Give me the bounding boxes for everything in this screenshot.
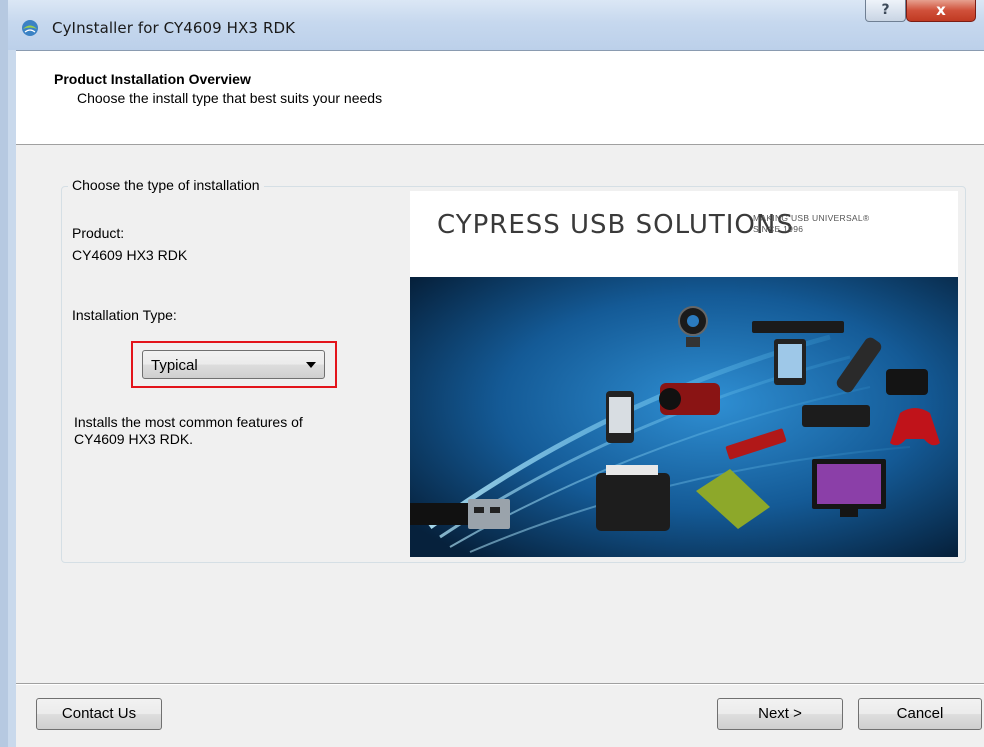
product-banner: CYPRESS USB SOLUTIONS MAKING USB UNIVERS… xyxy=(410,191,958,557)
installation-type-select[interactable]: Typical xyxy=(142,350,325,379)
contact-us-button[interactable]: Contact Us xyxy=(36,698,162,730)
cancel-button[interactable]: Cancel xyxy=(858,698,982,730)
close-button[interactable]: x xyxy=(906,0,976,22)
description-line-1: Installs the most common features of xyxy=(74,414,303,430)
product-value: CY4609 HX3 RDK xyxy=(72,247,188,263)
dialog-client-area: Product Installation Overview Choose the… xyxy=(16,50,984,747)
installation-type-value: Typical xyxy=(151,357,198,374)
next-button[interactable]: Next > xyxy=(717,698,843,730)
usb-devices-image xyxy=(410,277,958,557)
banner-tagline: MAKING USB UNIVERSAL® xyxy=(753,213,870,223)
window-title: CyInstaller for CY4609 HX3 RDK xyxy=(52,19,296,37)
installer-app-icon xyxy=(22,20,38,36)
banner-since: SINCE 1996 xyxy=(753,224,804,234)
product-label: Product: xyxy=(72,225,125,241)
banner-brand: CYPRESS USB SOLUTIONS xyxy=(437,210,794,240)
description-line-2: CY4609 HX3 RDK. xyxy=(74,431,194,447)
page-title: Product Installation Overview xyxy=(54,71,251,87)
group-legend: Choose the type of installation xyxy=(68,177,264,193)
installer-window: CyInstaller for CY4609 HX3 RDK ? x Produ… xyxy=(0,0,984,747)
title-bar[interactable]: CyInstaller for CY4609 HX3 RDK ? x xyxy=(8,0,984,50)
installation-type-label: Installation Type: xyxy=(72,307,177,323)
help-button[interactable]: ? xyxy=(865,0,906,22)
page-subtitle: Choose the install type that best suits … xyxy=(77,90,383,106)
footer-separator-highlight xyxy=(16,684,984,685)
page-header: Product Installation Overview Choose the… xyxy=(16,51,984,145)
chevron-down-icon xyxy=(306,362,316,368)
